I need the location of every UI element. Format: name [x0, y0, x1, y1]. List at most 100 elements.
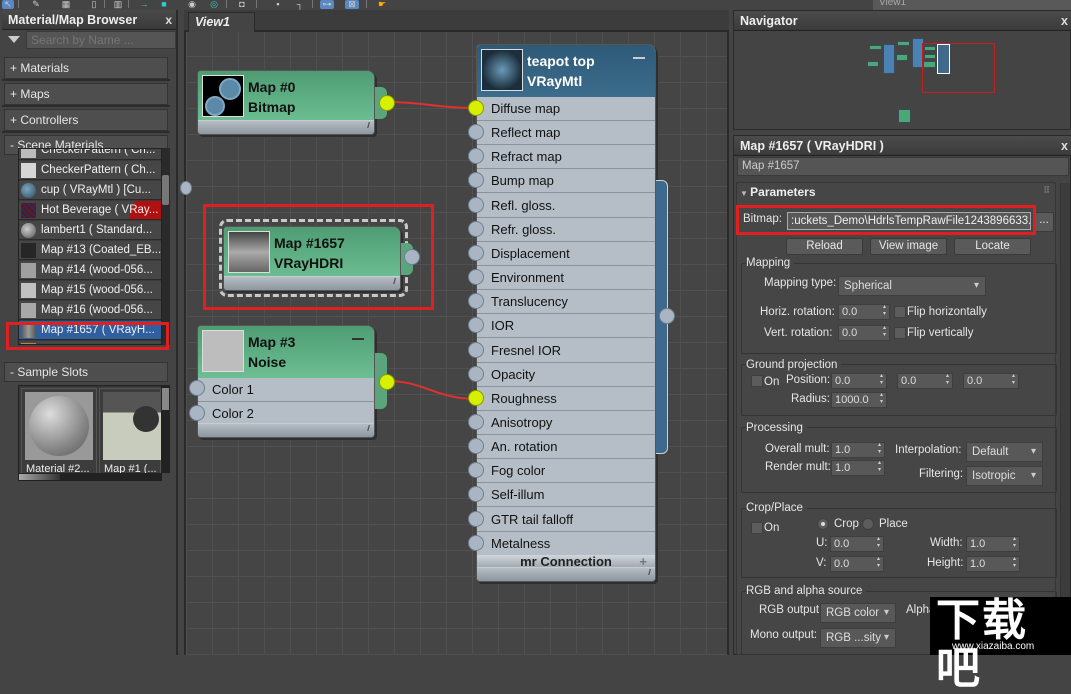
drag-handle-icon[interactable]: ⠿ [1043, 185, 1050, 196]
list-item[interactable]: Map #16 (wood-056... [19, 301, 161, 320]
tab-view1[interactable]: View1 [188, 12, 255, 32]
input-port[interactable] [468, 244, 484, 261]
list-item[interactable]: lambert1 ( Standard... [19, 221, 161, 240]
input-port[interactable] [468, 438, 484, 455]
flip-horizontally-checkbox[interactable] [894, 306, 906, 318]
browse-button[interactable]: ... [1034, 212, 1054, 232]
input-port[interactable] [468, 389, 484, 406]
input-port[interactable] [468, 100, 484, 116]
v-spinner[interactable]: 0.0 [830, 556, 884, 572]
view-dropdown[interactable]: View1 [873, 0, 1071, 10]
pencil-icon[interactable]: ✎ [30, 0, 42, 9]
minimize-icon[interactable] [633, 57, 645, 59]
mono-output-dropdown[interactable]: RGB ...sity [820, 628, 896, 648]
ground-on-checkbox[interactable] [751, 375, 763, 387]
node-map0[interactable]: Map #0 Bitmap [197, 70, 375, 135]
render-icon[interactable]: ◉ [186, 0, 198, 9]
input-row: Reflect map [477, 121, 655, 146]
mapping-type-dropdown[interactable]: Spherical [838, 276, 986, 296]
output-port-map3[interactable] [379, 374, 395, 390]
editor-scrollbar[interactable] [1060, 183, 1070, 655]
minimap-viewport-rect[interactable] [922, 43, 995, 93]
locate-button[interactable]: Locate [954, 238, 1031, 255]
rgb-output-dropdown[interactable]: RGB color [820, 603, 896, 623]
flip-vertically-checkbox[interactable] [894, 327, 906, 339]
map-name-input[interactable]: Map #1657 [737, 157, 1069, 176]
list-item[interactable]: cup ( VRayMtl ) [Cu... [19, 181, 161, 200]
move-in-icon[interactable]: → [138, 0, 150, 9]
scrollbar-thumb[interactable] [162, 175, 169, 205]
list-item[interactable]: Map #15 (wood-056... [19, 281, 161, 300]
crop-on-checkbox[interactable] [751, 522, 763, 534]
position-z-spinner[interactable]: 0.0 [963, 373, 1019, 389]
scrollbar-thumb[interactable] [162, 388, 169, 410]
sample-slot[interactable]: Map #1 (... [99, 388, 161, 476]
scrollbar-thumb[interactable] [19, 474, 60, 480]
node-map3[interactable]: Map #3 Noise Color 1 Color 2 [197, 325, 375, 438]
pick-icon[interactable]: ☛ [376, 0, 388, 9]
list-item[interactable]: Hot Beverage ( VRay... [19, 201, 161, 220]
search-options-arrow-icon[interactable] [8, 36, 20, 43]
rollout-controllers[interactable]: + Controllers [4, 109, 168, 131]
view-image-button[interactable]: View image [870, 238, 947, 255]
grid-icon[interactable]: ▦ [60, 0, 72, 9]
rollout-maps[interactable]: + Maps [4, 83, 168, 105]
position-y-spinner[interactable]: 0.0 [897, 373, 953, 389]
trash-icon[interactable]: ▥ [112, 0, 124, 9]
sample-slots-area: Material #2... Map #1 (... [18, 385, 162, 481]
input-port[interactable] [468, 365, 484, 382]
bitmap-icon[interactable]: ◘ [236, 0, 248, 9]
layout-b-icon[interactable]: ┐ [294, 0, 306, 9]
view-tab-bar [184, 10, 729, 32]
node-teapot-top[interactable]: teapot top VRayMtl Diffuse map Reflect ma… [476, 44, 656, 582]
crop-on-label: On [764, 522, 780, 534]
input-port[interactable] [468, 534, 484, 551]
radius-spinner[interactable]: 1000.0 [831, 392, 887, 408]
input-port-color2[interactable] [189, 405, 205, 421]
interpolation-dropdown[interactable]: Default [966, 442, 1043, 462]
search-input[interactable] [26, 31, 176, 49]
output-port-teapot[interactable] [659, 308, 675, 324]
input-port[interactable] [468, 269, 484, 286]
list-item[interactable]: Map #13 (Coated_EB... [19, 241, 161, 260]
select-arrow-icon[interactable]: ↖ [2, 0, 14, 9]
input-port[interactable] [468, 510, 484, 527]
sample-slot[interactable]: Material #2... [21, 388, 97, 476]
node-footer [198, 423, 374, 437]
close-icon[interactable]: x [165, 10, 172, 30]
overall-mult-spinner[interactable]: 1.0 [831, 442, 885, 458]
input-port[interactable] [468, 341, 484, 358]
node-icon[interactable]: ⊠ [345, 0, 359, 9]
input-port[interactable] [468, 196, 484, 213]
width-spinner[interactable]: 1.0 [966, 536, 1020, 552]
horiz-rotation-spinner[interactable]: 0.0 [838, 304, 890, 320]
link-icon[interactable]: ⊶ [320, 0, 334, 9]
list-item[interactable]: Map #14 (wood-056... [19, 261, 161, 280]
input-port[interactable] [468, 220, 484, 237]
minimize-icon[interactable] [352, 338, 364, 340]
list-item[interactable]: CheckerPattern ( Ch... [19, 149, 161, 160]
render-mult-spinner[interactable]: 1.0 [831, 460, 885, 476]
rollout-materials[interactable]: + Materials [4, 57, 168, 79]
u-spinner[interactable]: 0.0 [830, 536, 884, 552]
reload-button[interactable]: Reload [786, 238, 863, 255]
parameters-header[interactable]: ▼ Parameters ⠿ [740, 185, 1050, 201]
position-x-spinner[interactable]: 0.0 [831, 373, 887, 389]
input-port-color1[interactable] [189, 380, 205, 396]
canvas-edge-handle[interactable] [180, 181, 192, 195]
close-icon[interactable]: x [1061, 136, 1068, 156]
input-port[interactable] [468, 413, 484, 430]
cube-icon[interactable]: ■ [158, 0, 170, 9]
height-spinner[interactable]: 1.0 [966, 556, 1020, 572]
rollout-sample-slots[interactable]: - Sample Slots [4, 362, 168, 382]
close-icon[interactable]: x [1061, 11, 1068, 31]
layout-a-icon[interactable]: ▪ [272, 0, 284, 9]
output-port-map0[interactable] [379, 95, 395, 111]
crop-radio[interactable] [817, 518, 829, 530]
vert-rotation-spinner[interactable]: 0.0 [838, 325, 890, 341]
clipboard-icon[interactable]: ▯ [88, 0, 100, 9]
filtering-dropdown[interactable]: Isotropic [966, 466, 1043, 486]
place-radio[interactable] [862, 518, 874, 530]
material-icon[interactable]: ◎ [208, 0, 220, 9]
list-item[interactable]: CheckerPattern ( Ch... [19, 161, 161, 180]
